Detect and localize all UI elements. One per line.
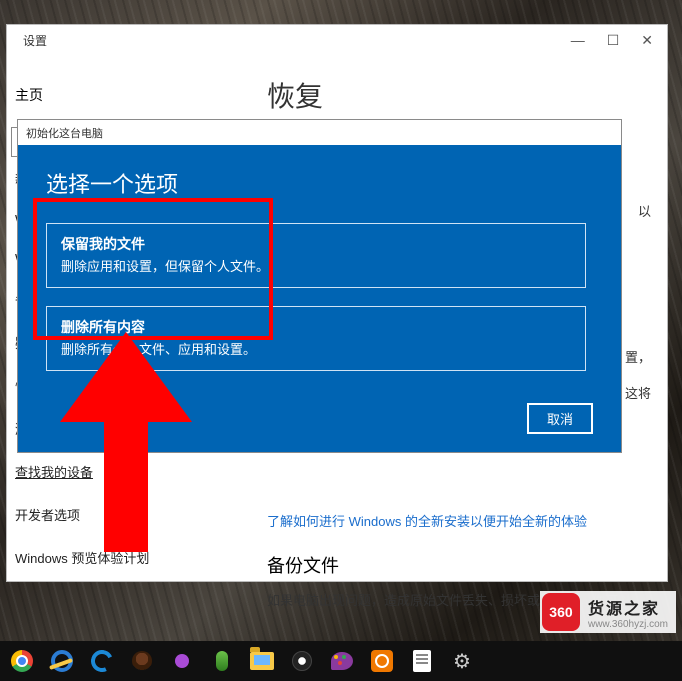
option-remove-all[interactable]: 删除所有内容 删除所有个人文件、应用和设置。 [46, 306, 586, 371]
watermark-cn: 货源之家 [588, 595, 668, 619]
learn-link[interactable]: 了解如何进行 Windows 的全新安装以便开始全新的体验 [267, 511, 651, 530]
sidebar-item-developer[interactable]: 开发者选项 [11, 493, 247, 536]
watermark: 360 货源之家 www.360hyzj.com [540, 591, 676, 633]
dialog-heading: 选择一个选项 [46, 167, 593, 199]
option-remove-all-desc: 删除所有个人文件、应用和设置。 [61, 339, 571, 358]
taskbar-palette-icon[interactable] [324, 643, 360, 679]
taskbar-purple-icon[interactable] [164, 643, 200, 679]
taskbar-ie-icon[interactable] [44, 643, 80, 679]
taskbar-chrome-icon[interactable] [4, 643, 40, 679]
taskbar-cup-icon[interactable] [124, 643, 160, 679]
page-heading: 恢复 [267, 75, 651, 115]
dialog-title: 初始化这台电脑 [18, 120, 621, 145]
option-remove-all-title: 删除所有内容 [61, 317, 571, 337]
taskbar-folder-icon[interactable] [244, 643, 280, 679]
settings-titlebar: 设置 — ☐ ✕ [7, 25, 667, 55]
sidebar-item-insider[interactable]: Windows 预览体验计划 [11, 536, 247, 579]
watermark-logo: 360 [542, 593, 580, 631]
watermark-en: www.360hyzj.com [588, 619, 668, 630]
close-button[interactable]: ✕ [641, 32, 653, 49]
taskbar-gear-icon[interactable]: ⚙ [444, 643, 480, 679]
maximize-button[interactable]: ☐ [607, 32, 620, 49]
taskbar-brush-icon[interactable] [284, 643, 320, 679]
option-keep-files-title: 保留我的文件 [61, 234, 571, 254]
taskbar: ⚙ [0, 641, 682, 681]
taskbar-edge-icon[interactable] [84, 643, 120, 679]
reset-dialog: 初始化这台电脑 选择一个选项 保留我的文件 删除应用和设置，但保留个人文件。 删… [17, 119, 622, 453]
minimize-button[interactable]: — [571, 32, 585, 49]
cancel-button[interactable]: 取消 [527, 403, 593, 434]
option-keep-files[interactable]: 保留我的文件 删除应用和设置，但保留个人文件。 [46, 223, 586, 288]
backup-heading: 备份文件 [267, 552, 651, 578]
option-keep-files-desc: 删除应用和设置，但保留个人文件。 [61, 256, 571, 275]
sidebar-item-find-device[interactable]: 查找我的设备 [11, 450, 247, 493]
taskbar-doc-icon[interactable] [404, 643, 440, 679]
settings-title: 设置 [15, 32, 571, 49]
taskbar-green-icon[interactable] [204, 643, 240, 679]
taskbar-orange-icon[interactable] [364, 643, 400, 679]
